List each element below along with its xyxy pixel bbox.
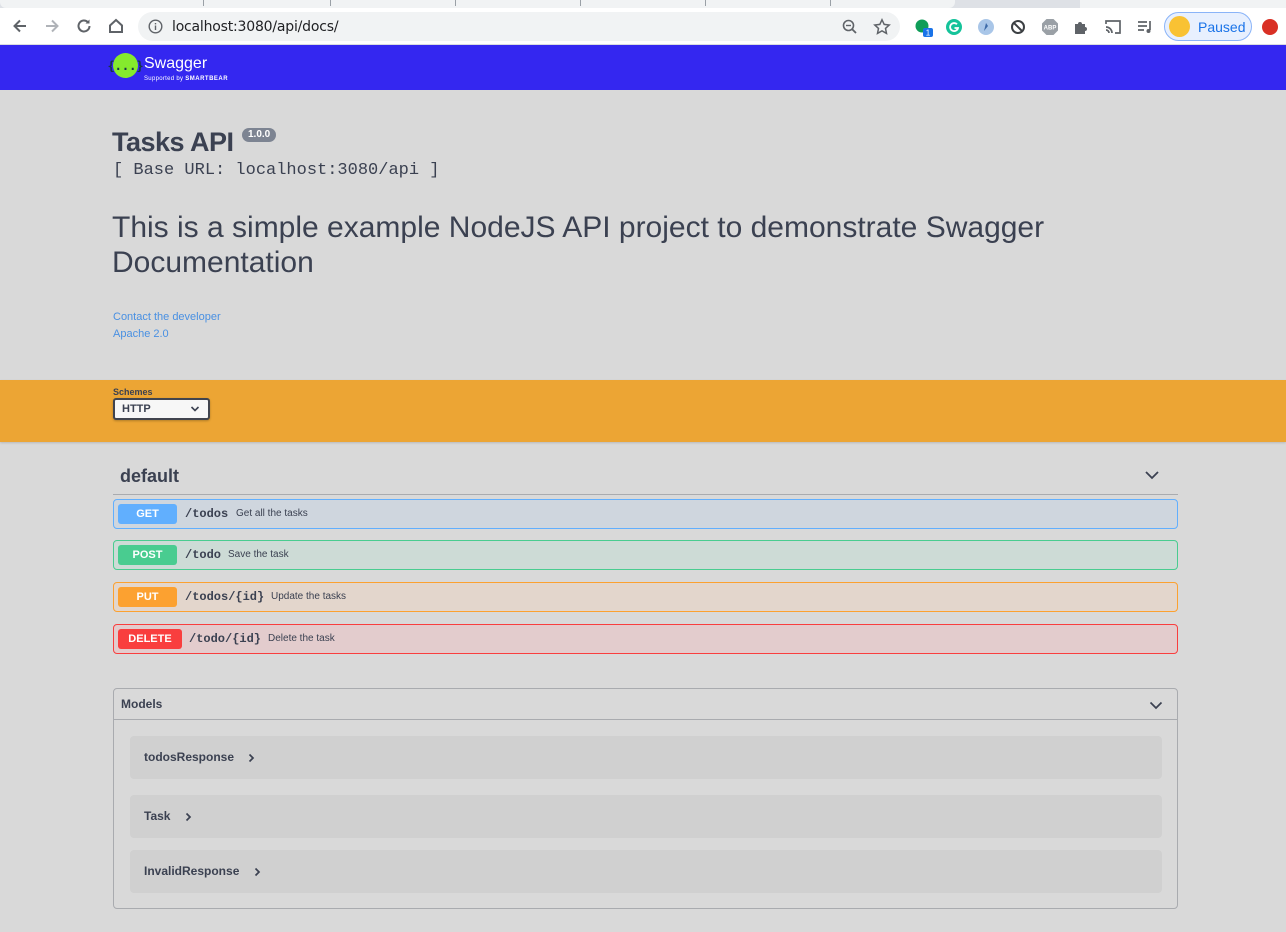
schemes-label: Schemes xyxy=(113,387,153,397)
swagger-topbar: {...} Swagger Supported by SMARTBEAR xyxy=(0,45,1286,90)
schemes-bar: Schemes HTTP xyxy=(0,380,1286,442)
operation-summary: Get all the tasks xyxy=(236,508,308,519)
chevron-right-icon xyxy=(254,867,261,877)
zoom-icon[interactable] xyxy=(840,17,860,37)
operation-delete-todo-id[interactable]: DELETE /todo/{id} Delete the task xyxy=(113,624,1178,654)
chevron-down-icon xyxy=(190,406,200,412)
forward-button[interactable] xyxy=(40,14,64,38)
chevron-right-icon xyxy=(185,812,192,822)
puzzle-extensions-icon[interactable] xyxy=(1071,17,1091,37)
method-badge-delete: DELETE xyxy=(118,629,182,649)
profile-avatar xyxy=(1169,16,1190,37)
tag-title: default xyxy=(120,466,180,486)
operation-get-todos[interactable]: GET /todos Get all the tasks xyxy=(113,499,1178,529)
method-badge-post: POST xyxy=(118,545,177,565)
extension-green-icon[interactable]: 1 xyxy=(913,17,933,37)
update-available-icon[interactable] xyxy=(1262,19,1278,35)
chevron-down-icon[interactable] xyxy=(1144,467,1160,483)
operation-path: /todo/{id} xyxy=(189,632,262,646)
models-title: Models xyxy=(121,697,163,711)
model-name: todosResponse xyxy=(144,750,235,764)
tag-header-default[interactable]: default xyxy=(113,457,1178,495)
version-badge: 1.0.0 xyxy=(242,128,277,142)
chevron-down-icon[interactable] xyxy=(1149,698,1163,712)
model-invalidresponse[interactable]: InvalidResponse xyxy=(130,850,1162,893)
tab-separator xyxy=(455,0,456,6)
tab-separator xyxy=(330,0,331,6)
operation-post-todo[interactable]: POST /todo Save the task xyxy=(113,540,1178,570)
active-tab[interactable] xyxy=(0,0,955,8)
contact-developer-link[interactable]: Contact the developer xyxy=(113,311,221,323)
browser-toolbar: localhost:3080/api/docs/ 1 ABP Paused xyxy=(0,8,1286,45)
model-name: InvalidResponse xyxy=(144,864,240,878)
smartbear-label: SMARTBEAR xyxy=(185,76,229,82)
tab-separator xyxy=(830,0,831,6)
site-info-icon[interactable] xyxy=(148,19,163,34)
tab-separator xyxy=(580,0,581,6)
cast-icon[interactable] xyxy=(1103,17,1123,37)
operation-path: /todos xyxy=(185,507,229,521)
sync-extension-icon[interactable] xyxy=(1008,17,1028,37)
operation-path: /todo xyxy=(185,548,222,562)
home-button[interactable] xyxy=(104,14,128,38)
back-button[interactable] xyxy=(8,14,32,38)
model-todosresponse[interactable]: todosResponse xyxy=(130,736,1162,779)
profile-status-label: Paused xyxy=(1198,19,1246,35)
models-section: Models todosResponse Task InvalidRespons… xyxy=(113,688,1178,909)
extension-blue-icon[interactable] xyxy=(976,17,996,37)
supported-by: Supported by SMARTBEAR xyxy=(144,76,228,82)
tab-separator xyxy=(203,0,204,6)
method-badge-get: GET xyxy=(118,504,177,524)
profile-paused-button[interactable]: Paused xyxy=(1164,12,1252,41)
schemes-select[interactable]: HTTP xyxy=(113,398,210,420)
operation-put-todos-id[interactable]: PUT /todos/{id} Update the tasks xyxy=(113,582,1178,612)
chevron-right-icon xyxy=(248,753,255,763)
operation-summary: Update the tasks xyxy=(271,591,347,602)
reload-button[interactable] xyxy=(72,14,96,38)
media-queue-icon[interactable] xyxy=(1135,17,1155,37)
url-text[interactable]: localhost:3080/api/docs/ xyxy=(172,19,339,35)
license-link[interactable]: Apache 2.0 xyxy=(113,328,169,340)
schemes-selected-value: HTTP xyxy=(122,403,151,415)
adblock-plus-icon[interactable]: ABP xyxy=(1040,17,1060,37)
swagger-logo-icon[interactable]: {...} xyxy=(107,53,144,78)
svg-text:ABP: ABP xyxy=(1044,26,1057,32)
operation-path: /todos/{id} xyxy=(185,590,265,604)
back-arrow-icon xyxy=(13,19,26,33)
base-url: [ Base URL: localhost:3080/api ] xyxy=(113,161,440,180)
operation-summary: Delete the task xyxy=(268,633,335,644)
api-title: Tasks API xyxy=(112,127,234,157)
reload-icon xyxy=(77,19,91,33)
extension-badge: 1 xyxy=(926,29,931,38)
operation-summary: Save the task xyxy=(228,549,289,560)
method-badge-put: PUT xyxy=(118,587,177,607)
swagger-brand[interactable]: Swagger xyxy=(144,55,207,73)
tab-separator xyxy=(705,0,706,6)
forward-arrow-icon xyxy=(46,19,59,33)
api-description: This is a simple example NodeJS API proj… xyxy=(112,211,1045,279)
models-header[interactable]: Models xyxy=(114,689,1177,720)
browser-tab-strip xyxy=(0,0,1286,8)
grammarly-icon[interactable] xyxy=(944,17,964,37)
bookmark-star-icon[interactable] xyxy=(872,17,892,37)
background-tab[interactable] xyxy=(1080,0,1286,8)
model-task[interactable]: Task xyxy=(130,795,1162,838)
home-icon xyxy=(109,18,123,33)
address-bar[interactable]: localhost:3080/api/docs/ xyxy=(138,12,900,41)
supported-by-label: Supported by xyxy=(144,76,184,82)
model-name: Task xyxy=(144,809,171,823)
